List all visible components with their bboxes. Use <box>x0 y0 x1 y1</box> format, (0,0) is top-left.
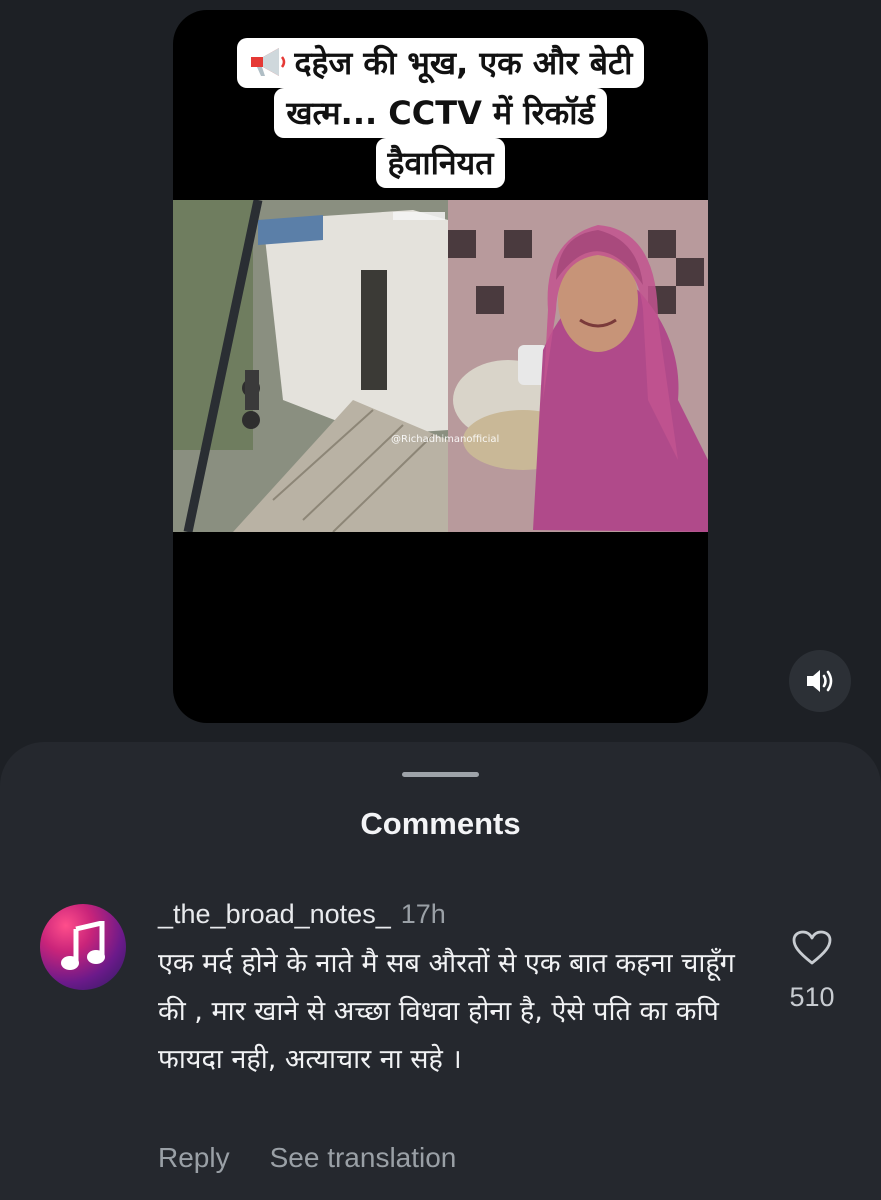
cctv-scene-image <box>173 200 448 532</box>
reel-comments-screen: दहेज की भूख, एक और बेटी खत्म... CCTV में… <box>0 0 881 1200</box>
reply-button[interactable]: Reply <box>158 1142 230 1173</box>
see-translation-button[interactable]: See translation <box>270 1142 457 1173</box>
cctv-frame <box>173 200 448 532</box>
comment-timestamp: 17h <box>400 899 446 929</box>
avatar[interactable] <box>40 904 126 990</box>
comments-sheet: Comments _the_broad_notes_ 17h एक मर्द हो… <box>0 742 881 1200</box>
sound-toggle-button[interactable] <box>789 650 851 712</box>
music-note-icon <box>61 921 105 970</box>
video-caption: दहेज की भूख, एक और बेटी खत्म... CCTV में… <box>173 38 708 188</box>
caption-line-1-text: दहेज की भूख, एक और बेटी <box>294 44 633 82</box>
comments-title: Comments <box>360 806 521 841</box>
portrait-frame <box>448 200 708 532</box>
comment-header: _the_broad_notes_ 17h <box>158 899 446 930</box>
like-count: 510 <box>789 982 835 1012</box>
comment-username[interactable]: _the_broad_notes_ <box>158 899 391 929</box>
heart-icon[interactable] <box>792 930 832 966</box>
caption-line-2: खत्म... CCTV में रिकॉर्ड <box>274 88 607 138</box>
sheet-drag-handle[interactable] <box>402 772 479 777</box>
woman-portrait-image <box>448 200 708 532</box>
video-watermark: @Richadhimanofficial <box>391 434 500 445</box>
megaphone-icon <box>250 48 285 76</box>
caption-line-3: हैवानियत <box>375 138 506 188</box>
comment-actions: Reply See translation <box>158 1142 456 1174</box>
reel-video[interactable]: दहेज की भूख, एक और बेटी खत्म... CCTV में… <box>173 10 708 723</box>
comment-body: एक मर्द होने के नाते मै सब औरतों से एक ब… <box>158 948 735 1075</box>
speaker-on-icon <box>807 670 833 692</box>
comment-like: 510 <box>780 930 844 1013</box>
caption-line-1: दहेज की भूख, एक और बेटी <box>236 38 645 88</box>
